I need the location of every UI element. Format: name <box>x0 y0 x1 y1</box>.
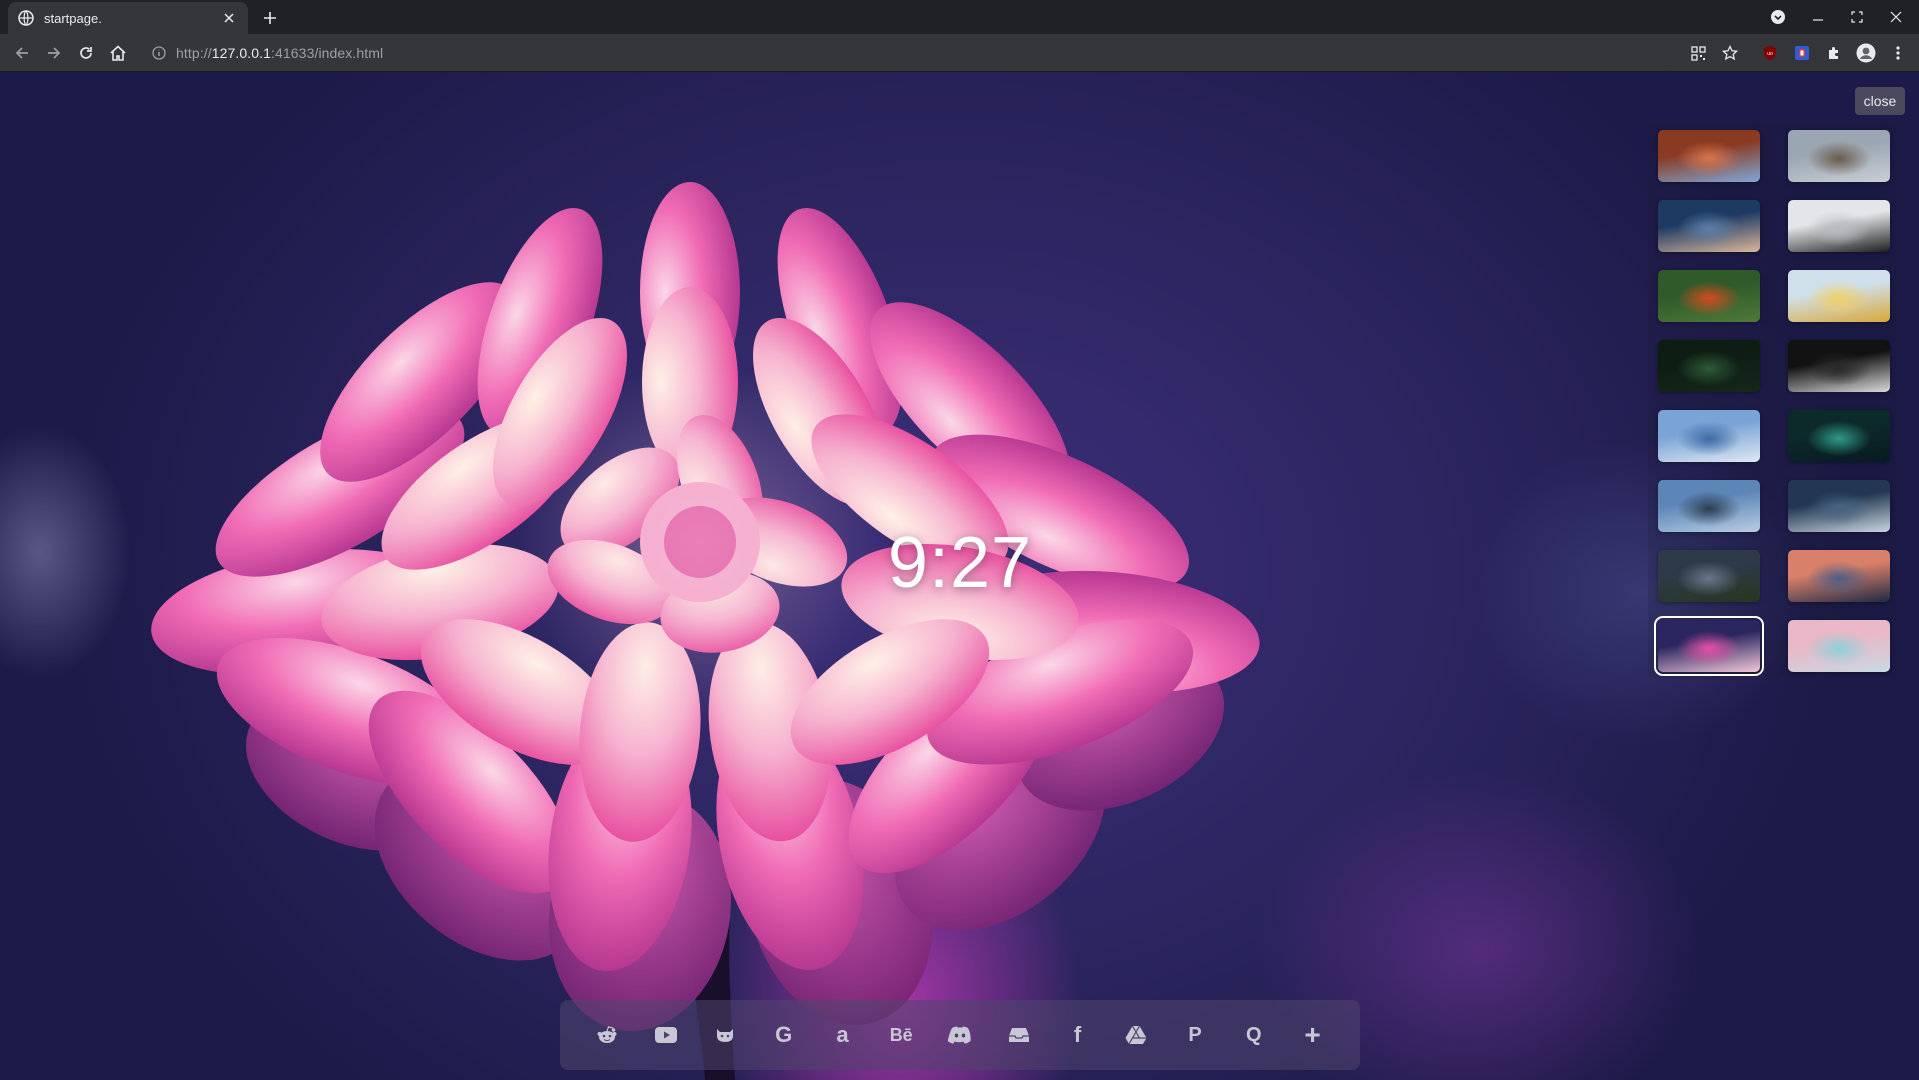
facebook-icon[interactable]: f <box>1058 1015 1098 1055</box>
url-text: http://127.0.0.1:41633/index.html <box>176 45 384 61</box>
wallpaper-thumb-dahlia[interactable] <box>1654 616 1764 676</box>
ublock-extension-icon[interactable]: uo <box>1758 41 1782 65</box>
reload-icon[interactable] <box>74 41 98 65</box>
qr-code-icon[interactable] <box>1686 41 1710 65</box>
bookmark-dock: G a Bē f P Q + <box>560 1000 1360 1070</box>
profile-avatar-icon[interactable] <box>1854 41 1878 65</box>
puzzle-extensions-icon[interactable] <box>1822 41 1846 65</box>
close-tab-icon[interactable] <box>220 9 238 27</box>
profile-menu-icon[interactable] <box>1766 6 1790 28</box>
behance-icon[interactable]: Bē <box>881 1015 921 1055</box>
wallpaper-thumb-tulips[interactable] <box>1658 270 1760 322</box>
close-window-icon[interactable] <box>1884 6 1908 28</box>
wallpaper-thumb-fern[interactable] <box>1658 340 1760 392</box>
amazon-icon[interactable]: a <box>822 1015 862 1055</box>
info-icon[interactable] <box>152 46 166 60</box>
discord-icon[interactable] <box>940 1015 980 1055</box>
wallpaper-thumb-aurora[interactable] <box>1788 410 1890 462</box>
kebab-menu-icon[interactable] <box>1886 41 1910 65</box>
wallpaper-thumb-misty-hill[interactable] <box>1788 200 1890 252</box>
reddit-icon[interactable] <box>587 1015 627 1055</box>
bookmark-star-icon[interactable] <box>1718 41 1742 65</box>
forward-icon[interactable] <box>42 41 66 65</box>
svg-text:uo: uo <box>1767 51 1773 57</box>
github-icon[interactable] <box>705 1015 745 1055</box>
pinterest-icon[interactable]: P <box>1175 1015 1215 1055</box>
wallpaper-thumb-rocky-mountain[interactable] <box>1788 130 1890 182</box>
wallpaper-thumb-pier-sunset[interactable] <box>1788 550 1890 602</box>
new-tab-button[interactable] <box>258 6 282 30</box>
google-icon[interactable]: G <box>764 1015 804 1055</box>
add-bookmark-icon[interactable]: + <box>1293 1015 1333 1055</box>
wallpaper-thumb-yellow-leaves[interactable] <box>1788 270 1890 322</box>
inbox-icon[interactable] <box>999 1015 1039 1055</box>
tab-title: startpage. <box>44 10 102 26</box>
wallpaper-thumb-coastal-road[interactable] <box>1788 480 1890 532</box>
wallpaper-thumb-mountain-forest[interactable] <box>1658 550 1760 602</box>
wallpaper-thumb-blue-shore[interactable] <box>1658 410 1760 462</box>
minimize-icon[interactable] <box>1806 6 1830 28</box>
home-icon[interactable] <box>106 41 130 65</box>
clock-time: 9:27 <box>887 523 1033 603</box>
address-bar[interactable]: http://127.0.0.1:41633/index.html <box>140 38 1680 68</box>
wallpaper-picker <box>1648 122 1900 678</box>
close-button[interactable]: close <box>1855 87 1905 115</box>
globe-icon <box>18 10 34 26</box>
browser-toolbar: http://127.0.0.1:41633/index.html uo <box>0 34 1919 72</box>
maximize-icon[interactable] <box>1845 6 1869 28</box>
startpage-background: 9:27 close G a Bē f P Q + <box>0 72 1919 1080</box>
wallpaper-thumb-sea-arch[interactable] <box>1658 480 1760 532</box>
youtube-icon[interactable] <box>646 1015 686 1055</box>
wallpaper-thumb-ocean-beach[interactable] <box>1658 200 1760 252</box>
tab-bar: startpage. <box>0 0 1919 34</box>
wallpaper-thumb-canyon[interactable] <box>1658 130 1760 182</box>
back-icon[interactable] <box>10 41 34 65</box>
google-drive-icon[interactable] <box>1116 1015 1156 1055</box>
extension-icon[interactable] <box>1790 41 1814 65</box>
wallpaper-thumb-dark-doorway[interactable] <box>1788 340 1890 392</box>
quora-icon[interactable]: Q <box>1234 1015 1274 1055</box>
browser-tab[interactable]: startpage. <box>8 2 248 34</box>
wallpaper-thumb-glass-building[interactable] <box>1788 620 1890 672</box>
